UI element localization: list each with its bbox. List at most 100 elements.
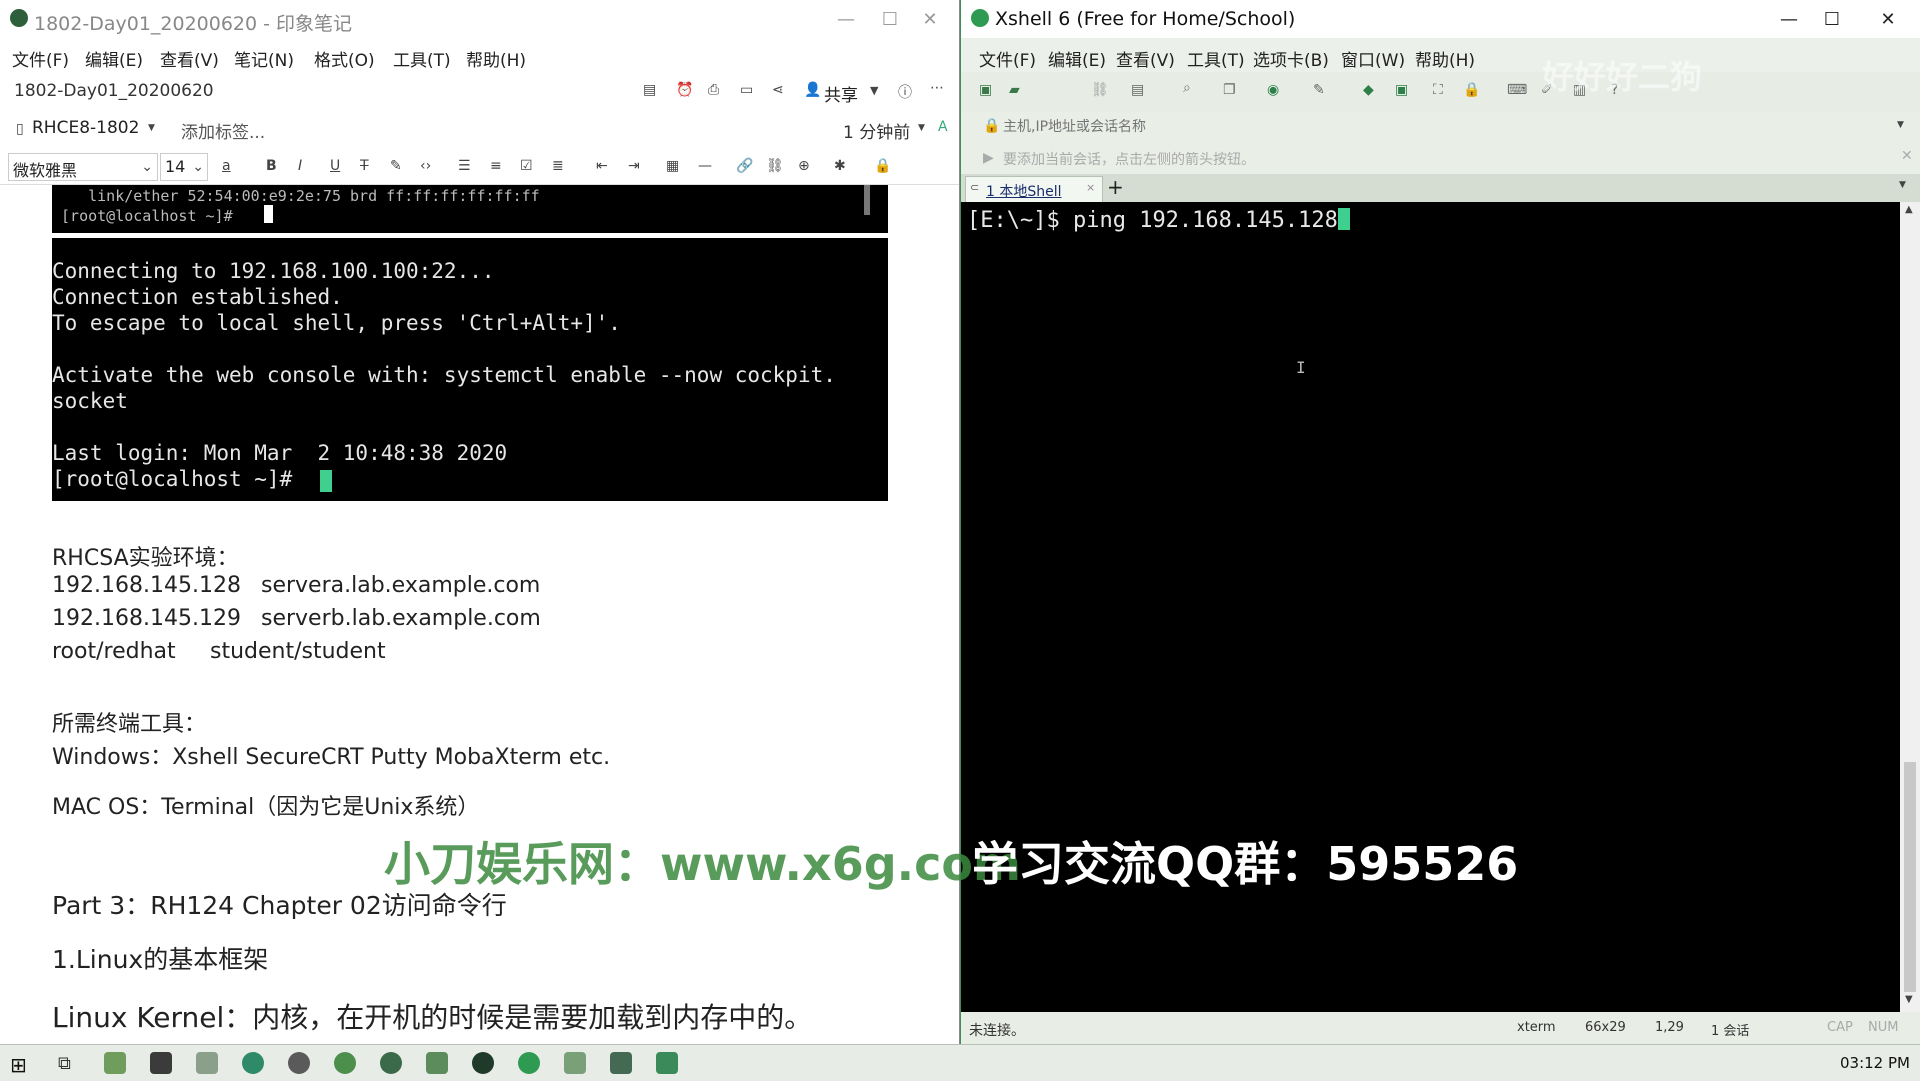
- align-icon[interactable]: ≣: [552, 158, 564, 174]
- xshell-taskbar-icon[interactable]: [518, 1052, 540, 1074]
- app-icon[interactable]: [288, 1052, 310, 1074]
- edge-icon[interactable]: [242, 1052, 264, 1074]
- menu-help[interactable]: 帮助(H): [466, 46, 526, 71]
- xshell-titlebar[interactable]: Xshell 6 (Free for Home/School) — ☐ ✕: [961, 0, 1920, 38]
- highlight-icon[interactable]: ✎: [1313, 82, 1325, 98]
- reminder-icon[interactable]: ⏰: [676, 82, 693, 98]
- bookmark-icon[interactable]: ▶: [983, 150, 994, 166]
- file-explorer-icon[interactable]: [104, 1052, 126, 1074]
- app-icon[interactable]: [380, 1052, 402, 1074]
- add-tab-button[interactable]: +: [1107, 175, 1124, 199]
- menu-tools[interactable]: 工具(T): [393, 46, 451, 71]
- clear-format-icon[interactable]: ✱: [834, 158, 846, 174]
- font-size-select[interactable]: 14 ⌄: [160, 153, 208, 181]
- menu-format[interactable]: 格式(O): [314, 46, 375, 71]
- notebook-selector[interactable]: RHCE8-1802: [32, 118, 139, 138]
- share-icon[interactable]: ⋖: [772, 82, 784, 98]
- evernote-taskbar-icon[interactable]: [472, 1052, 494, 1074]
- underline-icon[interactable]: U: [330, 158, 340, 174]
- numbered-list-icon[interactable]: ≡: [490, 158, 502, 174]
- app-icon[interactable]: [610, 1052, 632, 1074]
- menu-window[interactable]: 窗口(W): [1341, 46, 1405, 71]
- chevron-down-icon[interactable]: ▼: [870, 84, 878, 97]
- close-icon[interactable]: ✕: [1901, 148, 1913, 164]
- info-doc-icon[interactable]: ▤: [643, 82, 656, 98]
- unlink-icon[interactable]: ⛓: [766, 158, 784, 174]
- more-icon[interactable]: ⋯: [930, 80, 944, 96]
- scrollbar[interactable]: [864, 185, 870, 215]
- app-icon[interactable]: [656, 1052, 678, 1074]
- xftp-icon[interactable]: ◆: [1363, 82, 1374, 98]
- menu-note[interactable]: 笔记(N): [234, 46, 294, 71]
- print-icon[interactable]: ⎙: [708, 82, 719, 98]
- strikethrough-icon[interactable]: T: [360, 158, 369, 174]
- text-color-icon[interactable]: a: [222, 158, 231, 174]
- checkbox-icon[interactable]: ☑: [520, 158, 533, 174]
- menu-tools[interactable]: 工具(T): [1187, 46, 1245, 71]
- close-button[interactable]: ✕: [907, 6, 953, 34]
- open-folder-icon[interactable]: ▰: [1009, 82, 1020, 98]
- scroll-up-icon[interactable]: ▲: [1905, 204, 1913, 215]
- menu-file[interactable]: 文件(F): [979, 46, 1036, 71]
- attach-icon[interactable]: ⊕: [798, 158, 810, 174]
- share-button[interactable]: 共享: [824, 81, 858, 106]
- evernote-titlebar[interactable]: 1802-Day01_20200620 - 印象笔记 — ☐ ✕: [0, 0, 959, 38]
- menu-edit[interactable]: 编辑(E): [1048, 46, 1106, 71]
- link-icon[interactable]: 🔗: [736, 158, 753, 174]
- menu-edit[interactable]: 编辑(E): [85, 46, 143, 71]
- info-icon[interactable]: ⓘ: [898, 82, 912, 102]
- link-icon[interactable]: ⛓: [1091, 82, 1109, 98]
- app-icon[interactable]: [564, 1052, 586, 1074]
- globe-icon[interactable]: ◉: [1267, 82, 1279, 98]
- font-family-select[interactable]: 微软雅黑 ⌄: [8, 153, 158, 181]
- app-icon[interactable]: [426, 1052, 448, 1074]
- keyboard-icon[interactable]: ⌨: [1507, 82, 1527, 98]
- add-tag-input[interactable]: 添加标签...: [181, 118, 265, 143]
- lock-icon[interactable]: 🔒: [874, 158, 891, 174]
- camera-icon[interactable]: ▣: [1395, 82, 1408, 98]
- address-input[interactable]: [1001, 115, 1885, 139]
- app-icon[interactable]: [150, 1052, 172, 1074]
- divider-icon[interactable]: —: [698, 158, 712, 174]
- properties-icon[interactable]: ▤: [1131, 82, 1144, 98]
- bullet-list-icon[interactable]: ☰: [458, 158, 471, 174]
- clock[interactable]: 03:12 PM: [1840, 1054, 1910, 1072]
- present-icon[interactable]: ▭: [740, 82, 753, 98]
- table-icon[interactable]: ▦: [666, 158, 679, 174]
- scrollbar[interactable]: ▲ ▼: [1900, 202, 1920, 1012]
- task-view-icon[interactable]: ⧉: [58, 1053, 71, 1074]
- outdent-icon[interactable]: ⇤: [596, 158, 608, 174]
- tab-local-shell[interactable]: ⊂ 1 本地Shell ×: [965, 176, 1103, 203]
- copy-icon[interactable]: ❐: [1223, 82, 1236, 98]
- close-button[interactable]: ✕: [1865, 6, 1911, 34]
- fullscreen-icon[interactable]: ⛶: [1433, 82, 1443, 98]
- code-icon[interactable]: ‹›: [420, 158, 431, 174]
- windows-start-icon[interactable]: ⊞: [10, 1053, 27, 1077]
- tab-menu-icon[interactable]: ▼: [1899, 180, 1906, 190]
- minimize-button[interactable]: —: [1766, 6, 1812, 34]
- highlight-icon[interactable]: ✎: [390, 158, 402, 174]
- menu-view[interactable]: 查看(V): [1116, 46, 1175, 71]
- chrome-icon[interactable]: [334, 1052, 356, 1074]
- search-icon[interactable]: ⌕: [1183, 80, 1191, 96]
- minimize-button[interactable]: —: [823, 6, 869, 34]
- italic-icon[interactable]: I: [298, 158, 302, 174]
- note-title[interactable]: 1802-Day01_20200620: [14, 81, 214, 101]
- font-style-icon[interactable]: A: [938, 119, 948, 135]
- tab-close-icon[interactable]: ×: [1086, 181, 1095, 194]
- chevron-down-icon[interactable]: ▼: [148, 123, 155, 133]
- menu-file[interactable]: 文件(F): [12, 46, 69, 71]
- lock-icon[interactable]: 🔒: [1463, 82, 1480, 98]
- scrollbar-thumb[interactable]: [1904, 762, 1916, 992]
- chevron-down-icon[interactable]: ▼: [1897, 120, 1904, 130]
- maximize-button[interactable]: ☐: [1809, 6, 1855, 34]
- indent-icon[interactable]: ⇥: [628, 158, 640, 174]
- scroll-down-icon[interactable]: ▼: [1905, 994, 1913, 1005]
- menu-view[interactable]: 查看(V): [160, 46, 219, 71]
- chevron-down-icon[interactable]: ▼: [918, 123, 925, 133]
- menu-help[interactable]: 帮助(H): [1415, 46, 1475, 71]
- new-session-icon[interactable]: ▣: [979, 82, 992, 98]
- menu-tabs[interactable]: 选项卡(B): [1253, 46, 1329, 71]
- app-icon[interactable]: [196, 1052, 218, 1074]
- bold-icon[interactable]: B: [266, 158, 277, 174]
